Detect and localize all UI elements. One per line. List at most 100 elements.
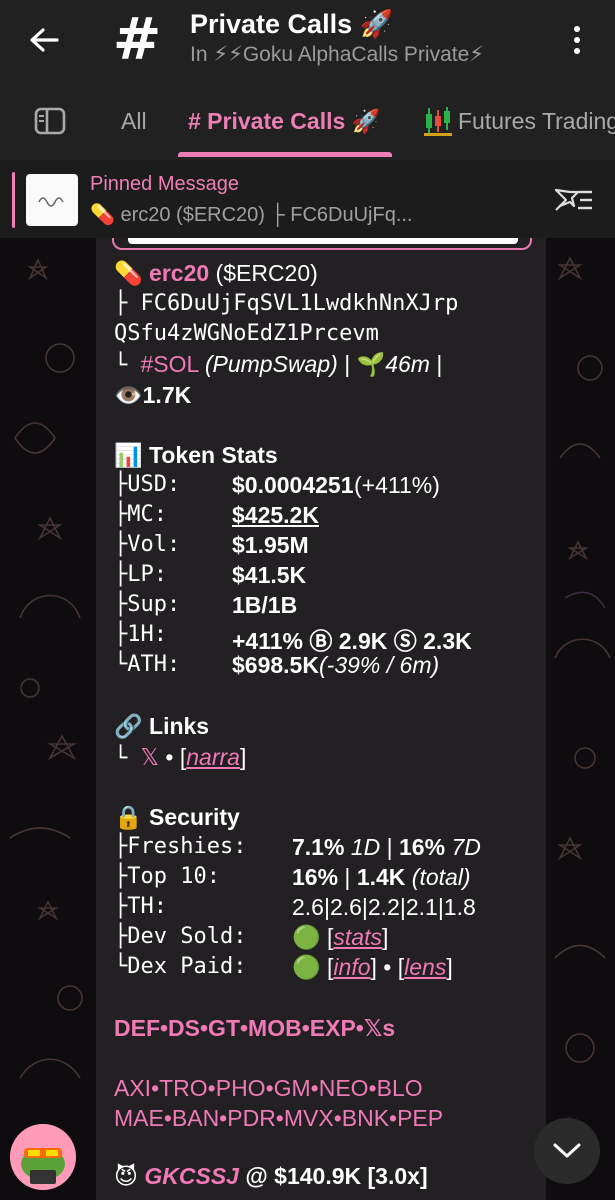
top-holders-links[interactable]: 2.6|2.6|2.2|2.1|1.8 (292, 894, 476, 921)
dex-lens-link[interactable]: lens (404, 954, 446, 980)
token-stat-extra: (-39% / 6m) (319, 652, 440, 678)
tab-futures-trading[interactable]: Futures Trading (424, 82, 615, 160)
more-options-button[interactable] (560, 20, 594, 60)
freshies-1d-value: 7.1% (292, 834, 345, 860)
chat-title[interactable]: Private Calls 🚀 (190, 8, 393, 40)
scroll-to-bottom-button[interactable] (534, 1118, 600, 1184)
security-value: 🟢 [info] • [lens] (292, 954, 453, 980)
quick-links-row3[interactable]: MAE•BAN•PDR•MVX•BNK•PEP (114, 1105, 443, 1132)
narra-link[interactable]: narra (186, 744, 240, 770)
frog-avatar-icon (10, 1124, 76, 1190)
security-value: 🟢 [stats] (292, 924, 389, 950)
active-tab-indicator (178, 152, 392, 157)
quick-links-row2[interactable]: AXI•TRO•PHO•GM•NEO•BLO (114, 1075, 423, 1102)
links-close-bracket: ] (239, 744, 247, 770)
tab-futures-label: Futures Trading (458, 107, 615, 134)
security-value: 7.1% 1D | 16% 7D (292, 834, 481, 861)
caller-name-link[interactable]: GKCSSJ (144, 1163, 239, 1189)
token-stats-title: Token Stats (149, 442, 278, 468)
token-stat-label: ├LP: (114, 562, 167, 587)
token-stat-label: ├USD: (114, 472, 181, 497)
freshies-7d-value: 16% (399, 834, 446, 860)
freshies-1d-label: 1D (350, 834, 381, 860)
token-stat-value: +411% Ⓑ 2.9K Ⓢ 2.3K (232, 628, 472, 654)
thumbnail-scribble-icon (38, 197, 64, 207)
chain-line: └ #SOL (PumpSwap) | 🌱46m | (114, 351, 442, 378)
devil-icon: 😈 (114, 1163, 138, 1189)
views-count: 1.7K (142, 382, 192, 408)
previous-preview-image (128, 238, 518, 244)
top10-percent: 16% (292, 864, 339, 890)
bar-chart-icon: 📊 (114, 442, 143, 468)
top10-count: 1.4K (356, 864, 406, 890)
links-heading: 🔗 Links (114, 713, 209, 740)
token-stats-heading: 📊 Token Stats (114, 442, 278, 469)
tab-private-calls[interactable]: # Private Calls 🚀 (188, 82, 380, 160)
candlestick-chart-icon (424, 107, 452, 136)
token-stat-extra: (+411%) (354, 472, 440, 498)
separator: | (436, 351, 443, 377)
pill-icon: 💊 (114, 260, 143, 286)
separator: | (380, 834, 399, 860)
security-value: 16% | 1.4K (total) (292, 864, 471, 891)
tab-all[interactable]: All (121, 82, 147, 160)
quick-links-row1[interactable]: DEF•DS•GT•MOB•EXP•𝕏s (114, 1015, 395, 1042)
links-line: └ 𝕏 • [narra] (114, 744, 246, 771)
dev-stats-link[interactable]: stats (333, 924, 382, 950)
tree-branch: └ (114, 353, 141, 378)
token-stat-value[interactable]: $425.2K (232, 502, 319, 529)
contract-address-line1[interactable]: ├ FC6DuUjFqSVL1LwdkhNnXJrp (114, 291, 458, 316)
security-label: ├Freshies: (114, 834, 247, 859)
chain-hashtag-link[interactable]: #SOL (141, 351, 199, 377)
pin-list-icon (554, 188, 592, 211)
caller-entry: @ $140.9K [3.0x] (238, 1163, 428, 1189)
token-age: 46m (385, 351, 430, 377)
dot-icon (574, 37, 580, 43)
token-header: 💊 erc20 ($ERC20) (114, 260, 318, 287)
token-stat-label: └ATH: (114, 652, 181, 677)
green-circle-icon: 🟢 (292, 954, 321, 980)
pinned-list-button[interactable] (552, 184, 596, 216)
pinned-message-bar[interactable]: Pinned Message 💊 erc20 ($ERC20) ├ FC6DuU… (0, 160, 615, 238)
dot-icon (574, 26, 580, 32)
seedling-icon: 🌱 (356, 351, 386, 377)
pinned-thumbnail (26, 174, 78, 226)
channel-avatar[interactable]: # (108, 5, 166, 73)
security-label: ├Top 10: (114, 864, 220, 889)
lock-icon: 🔒 (114, 804, 143, 830)
top10-total-label: (total) (411, 864, 471, 890)
links-separator: • [ (159, 744, 187, 770)
token-stat-label: ├MC: (114, 502, 167, 527)
pinned-text: 💊 erc20 ($ERC20) ├ FC6DuUjFq... (90, 204, 413, 226)
chat-subtitle[interactable]: In ⚡⚡Goku AlphaCalls Private⚡ (190, 42, 484, 67)
separator: | (344, 351, 351, 377)
pinned-indicator (12, 172, 15, 228)
token-stat-value: 1B/1B (232, 592, 298, 618)
back-button[interactable] (20, 18, 68, 62)
eye-icon: 👁️ (114, 382, 143, 408)
security-label: ├TH: (114, 894, 167, 919)
dex-name: (PumpSwap) (204, 351, 338, 377)
link-icon: 🔗 (114, 713, 143, 739)
security-label: ├Dev Sold: (114, 924, 247, 949)
x-link[interactable]: 𝕏 (141, 744, 160, 770)
token-stat-label: ├Vol: (114, 532, 181, 557)
token-stat-value: $1.95M (232, 532, 309, 558)
sidebar-icon (34, 107, 66, 135)
token-stat-value: $41.5K (232, 562, 307, 588)
dex-info-link[interactable]: info (333, 954, 370, 980)
sender-avatar[interactable] (10, 1124, 76, 1190)
security-label: └Dex Paid: (114, 954, 247, 979)
contract-address-line2[interactable]: QSfu4zWGNoEdZ1Prcevm (114, 321, 379, 346)
token-stat-value: $698.5K (232, 652, 319, 678)
caller-line: 😈 GKCSSJ @ $140.9K [3.0x] (114, 1163, 428, 1190)
token-stat-value: $0.0004251 (232, 472, 354, 498)
token-stat-label: ├1H: (114, 622, 167, 647)
links-title: Links (149, 713, 210, 739)
sidebar-toggle-button[interactable] (34, 82, 66, 160)
topic-tabs: All # Private Calls 🚀 Futures Trading (0, 82, 615, 160)
security-title: Security (149, 804, 240, 830)
chevron-down-icon (553, 1143, 581, 1158)
token-name-link[interactable]: erc20 (149, 260, 209, 286)
green-circle-icon: 🟢 (292, 924, 321, 950)
